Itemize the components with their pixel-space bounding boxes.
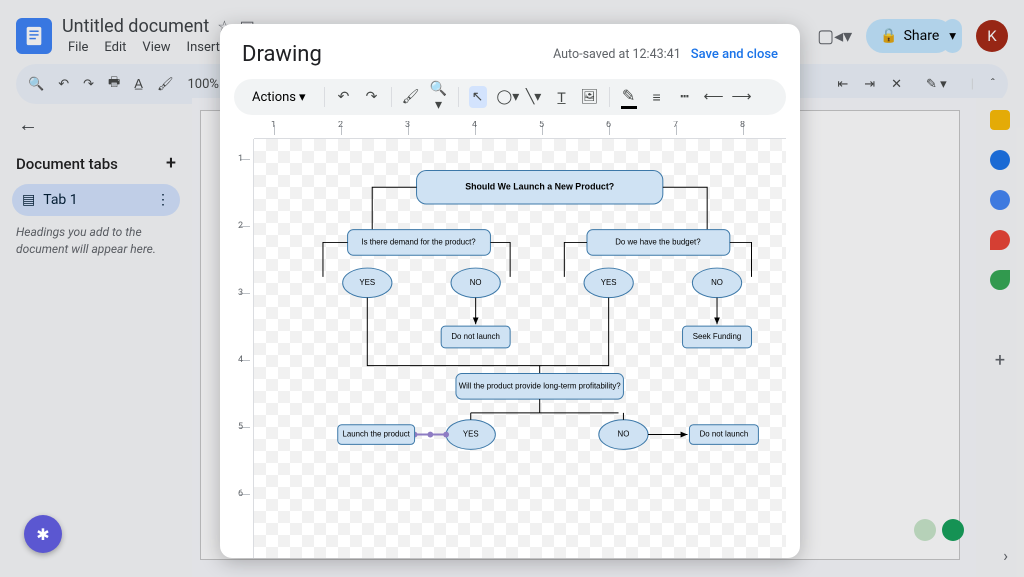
actions-dropdown[interactable]: Actions▾ xyxy=(244,86,314,109)
vertical-ruler: 123456 xyxy=(234,139,254,558)
svg-text:Do we have the budget?: Do we have the budget? xyxy=(615,238,701,247)
line-end-icon[interactable]: ⟶ xyxy=(732,89,750,105)
line-color-icon[interactable]: ✎ xyxy=(620,86,638,109)
svg-text:Do not launch: Do not launch xyxy=(451,332,500,341)
drawing-canvas[interactable]: Should We Launch a New Product? Is there… xyxy=(254,139,786,558)
autosave-status: Auto-saved at 12:43:41 xyxy=(553,47,681,62)
shape-tool-icon[interactable]: ◯▾ xyxy=(497,89,515,105)
svg-text:YES: YES xyxy=(601,278,617,287)
line-start-icon[interactable]: ⟵ xyxy=(704,89,722,105)
undo-icon[interactable]: ↶ xyxy=(335,89,353,105)
zoom-tool-icon[interactable]: 🔍▾ xyxy=(430,81,448,113)
flowchart: Should We Launch a New Product? Is there… xyxy=(254,139,786,553)
ai-fab[interactable]: ✱ xyxy=(24,515,62,553)
svg-text:Will the product provide long-: Will the product provide long-term profi… xyxy=(459,381,622,390)
svg-text:YES: YES xyxy=(359,278,375,287)
svg-text:NO: NO xyxy=(711,278,723,287)
text-box-icon[interactable]: T̲ xyxy=(553,89,571,106)
line-weight-icon[interactable]: ≡ xyxy=(648,89,666,106)
node-title-text: Should We Launch a New Product? xyxy=(465,182,614,192)
dialog-title: Drawing xyxy=(242,42,322,67)
svg-text:NO: NO xyxy=(618,430,630,439)
drawing-dialog: Drawing Auto-saved at 12:43:41 Save and … xyxy=(220,24,800,558)
svg-text:Launch the product: Launch the product xyxy=(342,430,410,439)
line-tool-icon[interactable]: ╲▾ xyxy=(525,89,543,105)
image-tool-icon[interactable]: 🖼 xyxy=(581,89,599,105)
horizontal-ruler: 12345678 xyxy=(254,121,786,139)
drawing-toolbar: Actions▾ ↶ ↷ 🖌 🔍▾ ↖ ◯▾ ╲▾ T̲ 🖼 ✎ ≡ ┅ ⟵ ⟶ xyxy=(234,79,786,115)
svg-text:Do not launch: Do not launch xyxy=(700,430,749,439)
svg-text:Is there demand for the produc: Is there demand for the product? xyxy=(361,238,476,247)
svg-text:NO: NO xyxy=(470,278,482,287)
select-tool-icon[interactable]: ↖ xyxy=(469,86,487,108)
svg-text:Seek Funding: Seek Funding xyxy=(693,332,742,341)
save-and-close-button[interactable]: Save and close xyxy=(691,47,778,62)
redo-icon[interactable]: ↷ xyxy=(363,89,381,105)
drawing-canvas-container: 12345678 123456 Should We Launch a New P… xyxy=(234,121,786,558)
line-dash-icon[interactable]: ┅ xyxy=(676,89,694,105)
paint-format-icon[interactable]: 🖌 xyxy=(402,89,420,105)
svg-text:YES: YES xyxy=(463,430,479,439)
